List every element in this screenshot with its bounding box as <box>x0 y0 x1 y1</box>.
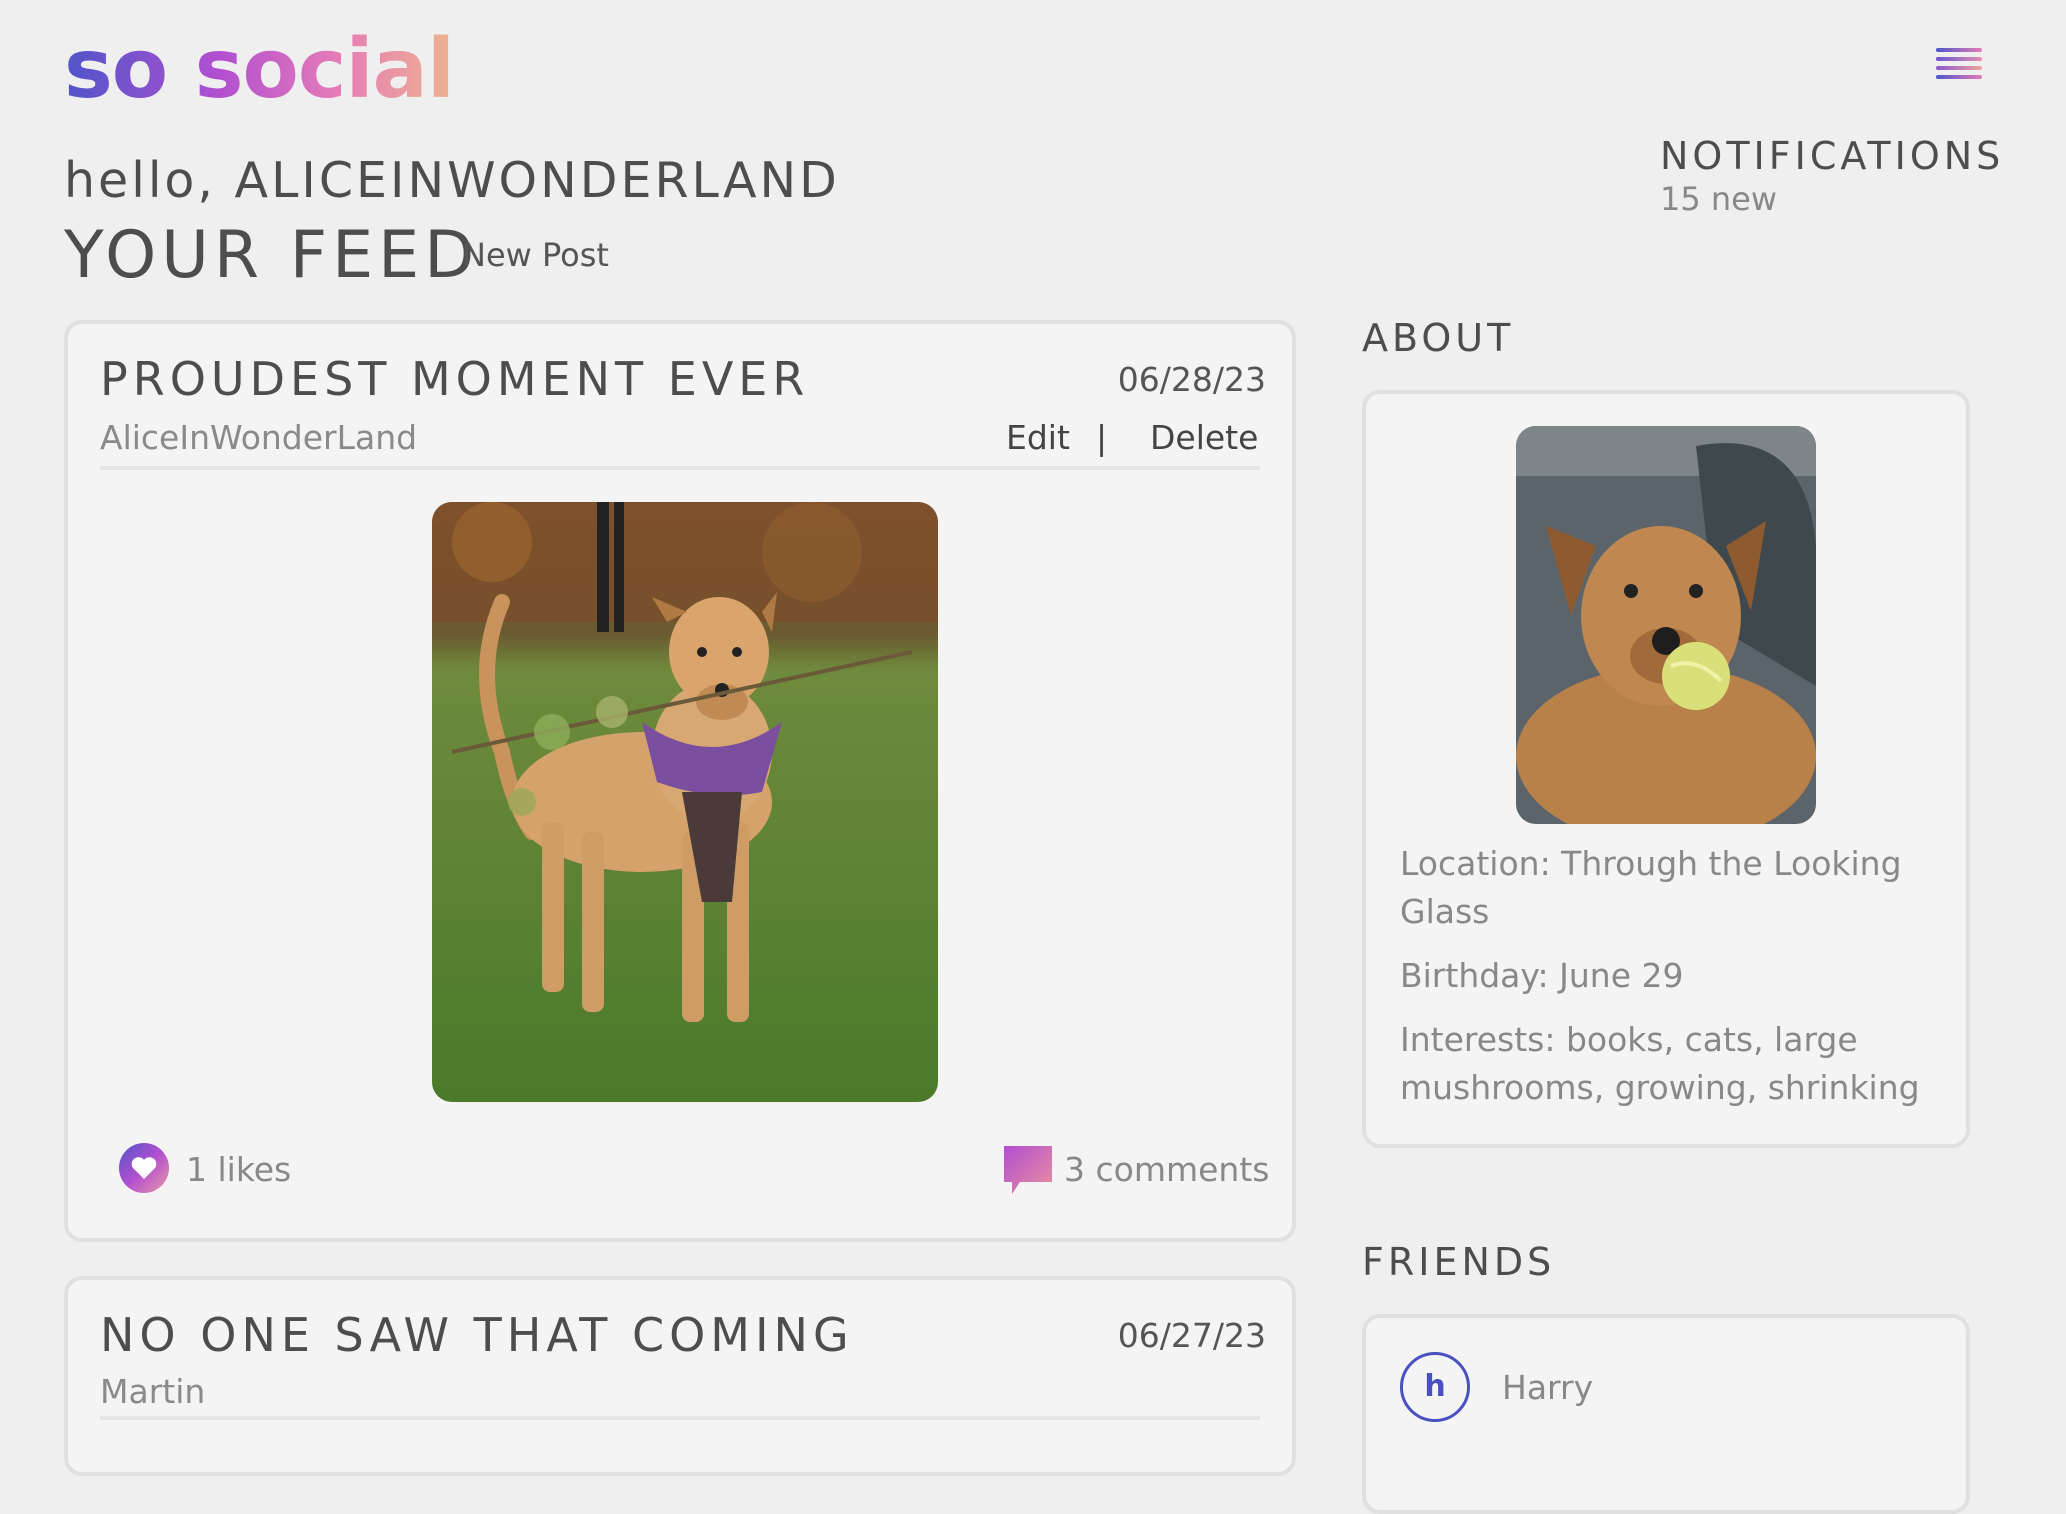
about-card: Location: Through the Looking Glass Birt… <box>1362 390 1970 1148</box>
comments-count[interactable]: 3 comments <box>1064 1150 1269 1189</box>
friends-title: FRIENDS <box>1362 1240 1556 1284</box>
edit-post-button[interactable]: Edit <box>1006 418 1070 457</box>
post-image[interactable] <box>432 502 938 1102</box>
action-separator: | <box>1096 418 1108 457</box>
post-author[interactable]: Martin <box>100 1372 205 1411</box>
post-divider <box>100 1416 1260 1420</box>
notifications-title[interactable]: NOTIFICATIONS <box>1660 134 2004 178</box>
about-birthday: Birthday: June 29 <box>1400 956 1684 995</box>
notifications-count[interactable]: 15 new <box>1660 180 1777 218</box>
profile-photo <box>1516 426 1816 824</box>
app-logo[interactable]: so social <box>64 22 455 117</box>
post-title: PROUDEST MOMENT EVER <box>100 352 810 406</box>
page-title: YOUR FEED <box>64 218 480 293</box>
friend-name[interactable]: Harry <box>1502 1368 1593 1407</box>
post-date: 06/28/23 <box>1117 360 1266 399</box>
post-date: 06/27/23 <box>1117 1316 1266 1355</box>
delete-post-button[interactable]: Delete <box>1150 418 1258 457</box>
hamburger-menu-icon[interactable] <box>1936 48 1984 80</box>
heart-icon[interactable] <box>118 1142 170 1194</box>
new-post-link[interactable]: New Post <box>462 236 609 274</box>
about-title: ABOUT <box>1362 316 1515 360</box>
post-author[interactable]: AliceInWonderLand <box>100 418 417 457</box>
post-card: NO ONE SAW THAT COMING 06/27/23 Martin <box>64 1276 1296 1476</box>
post-card: PROUDEST MOMENT EVER 06/28/23 AliceInWon… <box>64 320 1296 1242</box>
post-divider <box>100 466 1260 470</box>
about-interests: Interests: books, cats, large mushrooms,… <box>1400 1020 1920 1107</box>
about-location: Location: Through the Looking Glass <box>1400 844 1902 931</box>
greeting: hello, ALICEINWONDERLAND <box>64 152 840 209</box>
friend-avatar[interactable]: h <box>1400 1352 1470 1422</box>
comment-icon[interactable] <box>1002 1144 1054 1196</box>
likes-count[interactable]: 1 likes <box>186 1150 291 1189</box>
friends-card: h Harry <box>1362 1314 1970 1514</box>
post-title: NO ONE SAW THAT COMING <box>100 1308 854 1362</box>
